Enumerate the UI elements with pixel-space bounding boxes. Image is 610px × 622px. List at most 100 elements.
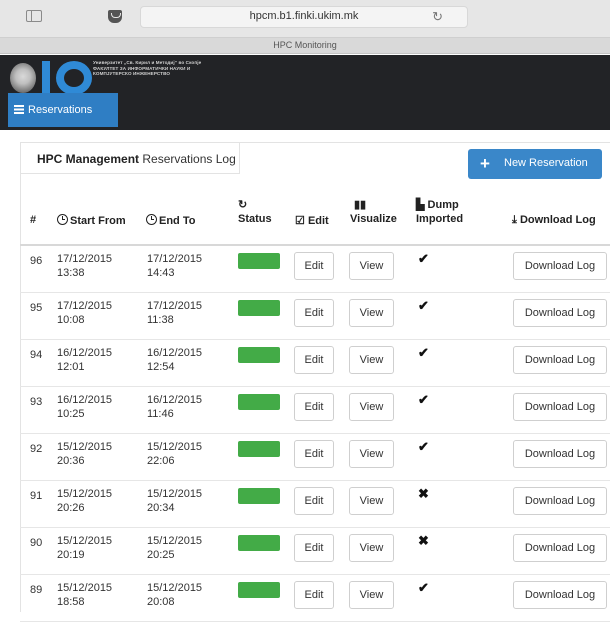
- clock-icon: [146, 214, 157, 225]
- browser-toolbar: hpcm.b1.finki.ukim.mk ↻: [0, 0, 610, 38]
- row-end-date: 15/12/2015: [147, 488, 203, 500]
- row-end: 15/12/2015 20:08: [147, 581, 202, 609]
- row-start-time: 12:01: [57, 361, 85, 373]
- row-end-time: 20:08: [147, 596, 175, 608]
- col-visualize-label: Visualize: [350, 213, 397, 225]
- edit-button[interactable]: Edit: [294, 487, 334, 515]
- view-button[interactable]: View: [349, 393, 394, 421]
- row-end-date: 16/12/2015: [147, 347, 203, 359]
- col-visualize[interactable]: ▮▮ Visualize: [350, 198, 397, 225]
- download-log-button[interactable]: Download Log: [513, 252, 607, 280]
- row-end-time: 20:25: [147, 549, 175, 561]
- row-end-time: 11:38: [147, 314, 174, 326]
- col-start-from[interactable]: Start From: [57, 214, 126, 227]
- row-end: 15/12/2015 20:34: [147, 487, 202, 515]
- col-edit[interactable]: ☑ Edit: [295, 214, 329, 227]
- row-end: 16/12/2015 12:54: [147, 346, 202, 374]
- status-indicator: [238, 441, 280, 457]
- row-start: 17/12/2015 13:38: [57, 252, 112, 280]
- row-end-time: 14:43: [147, 267, 175, 279]
- tab-title[interactable]: HPC Monitoring: [0, 40, 610, 50]
- table-row: 93 16/12/2015 10:25 16/12/2015 11:46 Edi…: [20, 387, 610, 434]
- edit-button[interactable]: Edit: [294, 534, 334, 562]
- edit-button[interactable]: Edit: [294, 252, 334, 280]
- row-start-time: 13:38: [57, 267, 85, 279]
- view-button[interactable]: View: [349, 487, 394, 515]
- col-download-log[interactable]: ⤓ Download Log: [512, 214, 596, 227]
- page-title: HPC Management Reservations Log: [37, 152, 236, 166]
- url-text: hpcm.b1.finki.ukim.mk: [249, 10, 359, 22]
- status-indicator: [238, 394, 280, 410]
- row-start-date: 15/12/2015: [57, 582, 113, 594]
- view-button[interactable]: View: [349, 581, 394, 609]
- row-end: 17/12/2015 14:43: [147, 252, 202, 280]
- row-start: 16/12/2015 12:01: [57, 346, 112, 374]
- download-log-button[interactable]: Download Log: [513, 581, 607, 609]
- view-button[interactable]: View: [349, 440, 394, 468]
- row-start-time: 20:36: [57, 455, 85, 467]
- privacy-shield-icon[interactable]: [108, 10, 122, 23]
- list-icon: [14, 105, 24, 114]
- faculty-line: КОМПЈУТЕРСКО ИНЖЕНЕРСТВО: [93, 71, 171, 77]
- dump-imported-mark: ✔: [418, 298, 429, 313]
- address-bar[interactable]: hpcm.b1.finki.ukim.mk ↻: [140, 6, 468, 28]
- row-end: 15/12/2015 20:25: [147, 534, 202, 562]
- browser-tab-strip: HPC Monitoring: [0, 38, 610, 54]
- view-button[interactable]: View: [349, 534, 394, 562]
- col-id: #: [30, 214, 37, 226]
- row-start-date: 15/12/2015: [57, 488, 113, 500]
- view-button[interactable]: View: [349, 346, 394, 374]
- row-start: 15/12/2015 20:19: [57, 534, 112, 562]
- edit-button[interactable]: Edit: [294, 346, 334, 374]
- table-header: # Start From End To ↻ Status ☑ Edit ▮▮ V…: [20, 190, 610, 246]
- sidebar-toggle-icon[interactable]: [26, 10, 42, 22]
- download-log-button[interactable]: Download Log: [513, 299, 607, 327]
- status-indicator: [238, 300, 280, 316]
- row-end-date: 15/12/2015: [147, 535, 203, 547]
- dump-imported-mark: ✔: [418, 580, 429, 595]
- download-log-button[interactable]: Download Log: [513, 393, 607, 421]
- table-row: 91 15/12/2015 20:26 15/12/2015 20:34 Edi…: [20, 481, 610, 528]
- page-title-bold: HPC Management: [37, 152, 140, 166]
- view-button[interactable]: View: [349, 299, 394, 327]
- table-row: 96 17/12/2015 13:38 17/12/2015 14:43 Edi…: [20, 246, 610, 293]
- row-end-date: 16/12/2015: [147, 394, 203, 406]
- dump-imported-mark: ✔: [418, 439, 429, 454]
- plus-icon: +: [480, 154, 490, 173]
- col-status-label: Status: [238, 213, 272, 225]
- edit-icon: ☑: [295, 215, 305, 227]
- col-status[interactable]: ↻ Status: [238, 198, 272, 225]
- dump-imported-mark: ✔: [418, 251, 429, 266]
- status-indicator: [238, 253, 280, 269]
- col-end-to[interactable]: End To: [146, 214, 195, 227]
- page-title-rest: Reservations Log: [142, 152, 236, 166]
- nav-reservations[interactable]: Reservations: [8, 93, 118, 127]
- nav-reservations-label: Reservations: [28, 104, 93, 116]
- row-start-time: 18:58: [57, 596, 85, 608]
- row-id: 90: [30, 537, 43, 549]
- download-log-button[interactable]: Download Log: [513, 534, 607, 562]
- col-dump-label-2: Imported: [416, 213, 464, 225]
- row-start: 15/12/2015 20:36: [57, 440, 112, 468]
- row-start-time: 10:08: [57, 314, 85, 326]
- download-log-button[interactable]: Download Log: [513, 440, 607, 468]
- reload-icon[interactable]: ↻: [432, 9, 443, 25]
- col-dump-imported[interactable]: ▙ Dump Imported: [416, 198, 463, 225]
- edit-button[interactable]: Edit: [294, 440, 334, 468]
- col-end-label: End To: [159, 215, 196, 227]
- row-start: 15/12/2015 20:26: [57, 487, 112, 515]
- row-end: 15/12/2015 22:06: [147, 440, 202, 468]
- edit-button[interactable]: Edit: [294, 393, 334, 421]
- view-button[interactable]: View: [349, 252, 394, 280]
- edit-button[interactable]: Edit: [294, 299, 334, 327]
- row-start-time: 20:19: [57, 549, 85, 561]
- download-log-button[interactable]: Download Log: [513, 346, 607, 374]
- edit-button[interactable]: Edit: [294, 581, 334, 609]
- university-seal-icon: [10, 63, 36, 93]
- row-start-time: 20:26: [57, 502, 85, 514]
- new-reservation-button[interactable]: + New Reservation: [468, 149, 602, 179]
- download-log-button[interactable]: Download Log: [513, 487, 607, 515]
- dump-imported-mark: ✔: [418, 392, 429, 407]
- row-id: 92: [30, 443, 43, 455]
- status-indicator: [238, 488, 280, 504]
